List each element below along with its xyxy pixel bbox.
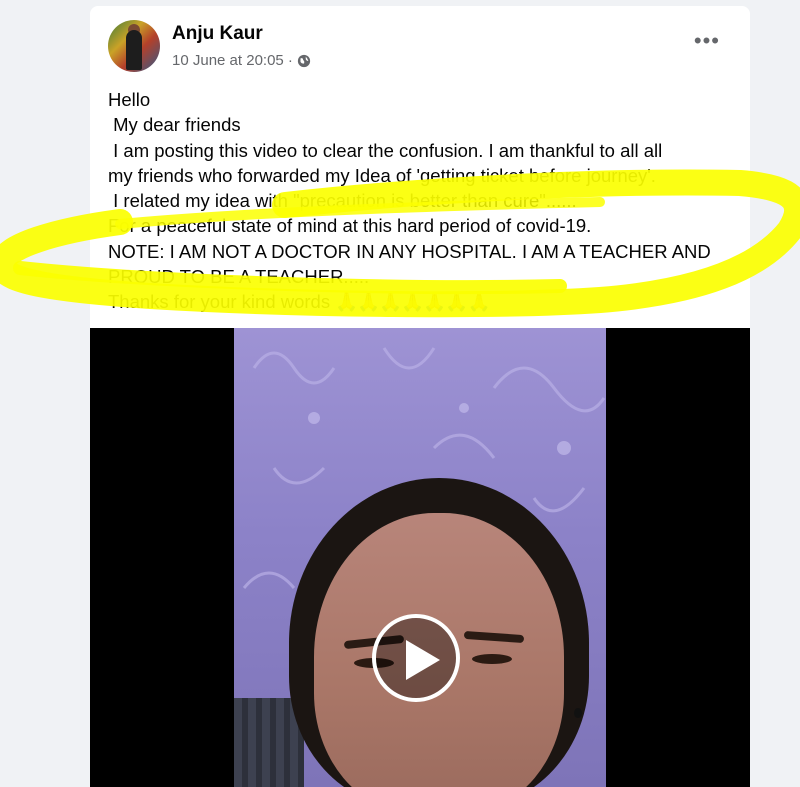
post-line: For a peaceful state of mind at this har… [108,215,592,237]
post-line: NOTE: I AM NOT A DOCTOR IN ANY HOSPITAL.… [108,240,711,262]
play-button[interactable] [372,614,460,702]
post-line: My dear friends [108,114,241,136]
post-meta: 10 June at 20:05 · [172,52,311,69]
post-line-last: Thanks for your kind words 🙏🙏🙏🙏🙏🙏🙏 [108,289,738,314]
author-name[interactable]: Anju Kaur [172,23,263,45]
post-text: Hello My dear friends I am posting this … [108,87,738,315]
post-timestamp[interactable]: 10 June at 20:05 · [172,52,293,69]
more-options-button[interactable]: ••• [694,30,720,52]
post-line: my friends who forwarded my Idea of 'get… [108,164,656,186]
avatar[interactable] [108,20,160,72]
right-eye [472,654,512,664]
folded-hands-emoji: 🙏🙏🙏🙏🙏🙏🙏 [335,291,490,313]
post-line: Thanks for your kind words [108,291,336,313]
video-frame [234,328,606,787]
post-line: I related my idea with "precaution is be… [108,190,577,212]
post-line: PROUD TO BE A TEACHER..... [108,266,370,288]
play-icon [406,640,440,680]
video-player[interactable] [90,328,750,787]
post-line: I am posting this video to clear the con… [108,139,663,161]
globe-icon [297,54,311,67]
post-line: Hello [108,89,151,110]
avatar-figure [126,30,142,70]
earring [574,708,582,718]
